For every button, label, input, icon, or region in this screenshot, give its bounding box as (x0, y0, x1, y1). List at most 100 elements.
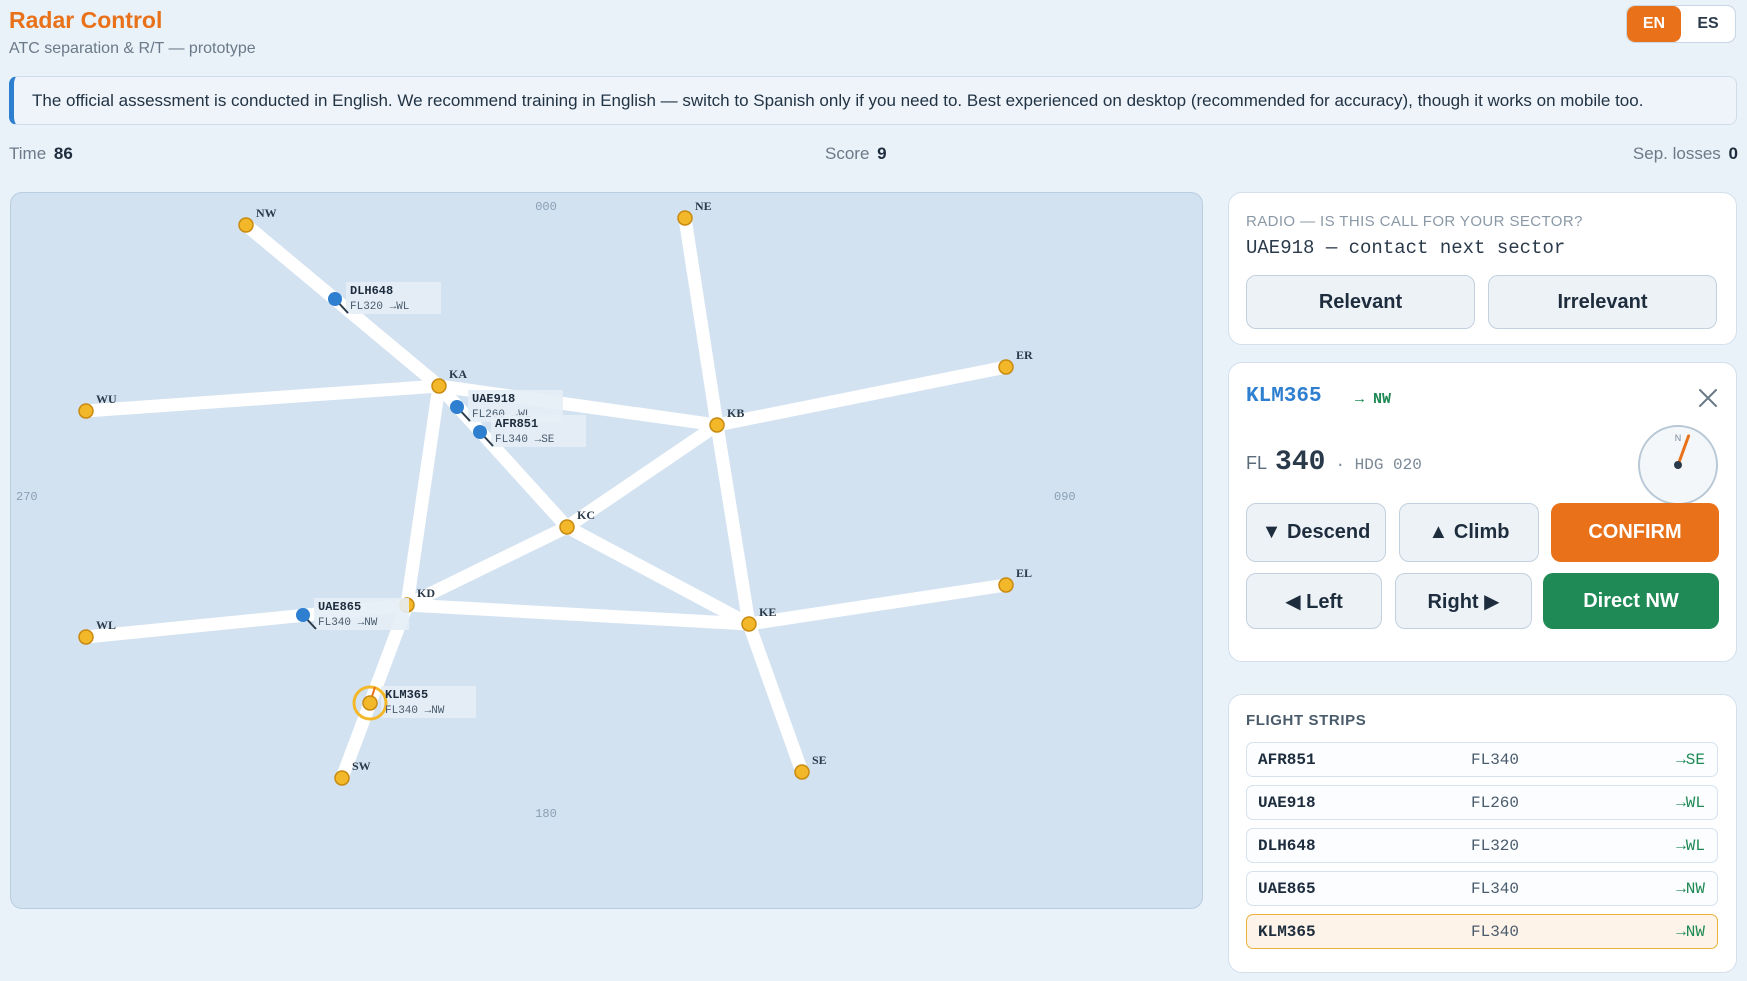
strip-callsign: DLH648 (1258, 837, 1316, 855)
selected-callsign: KLM365 (1246, 385, 1322, 408)
aircraft-marker-uae865[interactable] (296, 608, 310, 622)
app-subtitle: ATC separation & R/T — prototype (9, 40, 256, 57)
score-stat: Score 9 (825, 144, 887, 164)
separation-losses-label: Sep. losses (1632, 144, 1721, 163)
fix-marker-er[interactable] (998, 359, 1014, 375)
aircraft-callsign-label-uae918: UAE918 (472, 392, 515, 406)
radar-canvas[interactable]: 000 090 180 270 NW NE WU KA KB ER KC KD KE EL WL SW SE DL… (11, 193, 1203, 909)
route-ke-el (742, 578, 1013, 631)
route-kd-ke (400, 598, 756, 631)
time-label: Time (9, 144, 47, 163)
close-icon[interactable] (1695, 385, 1721, 411)
strip-destination: →WL (1676, 837, 1705, 855)
strip-destination: →SE (1676, 751, 1705, 769)
irrelevant-button[interactable]: Irrelevant (1488, 275, 1717, 329)
aircraft-control-panel: KLM365 → NW FL 340 · HDG 020 N ▼ Descend… (1228, 362, 1737, 662)
strip-flight-level: FL320 (1471, 837, 1520, 855)
climb-button[interactable]: ▲ Climb (1399, 503, 1539, 562)
radio-heading: RADIO — IS THIS CALL FOR YOUR SECTOR? (1246, 213, 1583, 230)
separation-losses-value: 0 (1728, 144, 1738, 163)
fix-marker-el[interactable] (998, 577, 1014, 593)
flight-strip-selected[interactable]: KLM365 FL340 →NW (1246, 914, 1718, 949)
aircraft-marker-klm365[interactable] (362, 695, 378, 711)
radio-call-text: UAE918 — contact next sector (1246, 237, 1566, 259)
fix-label-wu: WU (96, 392, 117, 406)
aircraft-callsign-label-uae865: UAE865 (318, 600, 361, 614)
aircraft-callsign-label-klm365: KLM365 (385, 688, 428, 702)
fix-marker-se[interactable] (794, 764, 810, 780)
descend-button[interactable]: ▼ Descend (1246, 503, 1386, 562)
fl-value: 340 (1275, 447, 1326, 478)
fix-marker-ne[interactable] (677, 210, 693, 226)
turn-right-button[interactable]: Right ▶ (1395, 573, 1532, 629)
flight-strip[interactable]: UAE918 FL260 →WL (1246, 785, 1718, 820)
heading-readout: · HDG 020 (1335, 456, 1422, 474)
fix-marker-sw[interactable] (334, 770, 350, 786)
fix-label-wl: WL (96, 618, 116, 632)
aircraft-info-label-uae865: FL340 →NW (318, 617, 378, 629)
fix-marker-wl[interactable] (78, 629, 94, 645)
fl-label: FL (1246, 453, 1268, 473)
aircraft-marker-dlh648[interactable] (328, 292, 342, 306)
bearing-label-east: 090 (1054, 490, 1076, 504)
language-es-button[interactable]: ES (1681, 6, 1735, 42)
aircraft-callsign-label-afr851: AFR851 (495, 417, 538, 431)
bearing-label-south: 180 (535, 807, 557, 821)
flight-strips-heading: FLIGHT STRIPS (1246, 712, 1367, 729)
aircraft-marker-uae918[interactable] (450, 400, 464, 414)
fix-label-ke: KE (759, 605, 776, 619)
compass-north-label: N (1675, 433, 1682, 443)
route-ka-kd (400, 379, 446, 612)
route-ke-se (742, 617, 809, 779)
confirm-button[interactable]: CONFIRM (1551, 503, 1719, 562)
flight-strip[interactable]: DLH648 FL320 →WL (1246, 828, 1718, 863)
separation-losses-stat: Sep. losses 0 (1633, 144, 1738, 164)
direct-button[interactable]: Direct NW (1543, 573, 1719, 629)
radio-panel: RADIO — IS THIS CALL FOR YOUR SECTOR? UA… (1228, 192, 1737, 345)
strip-flight-level: FL340 (1471, 880, 1520, 898)
bearing-label-west: 270 (16, 490, 38, 504)
strip-callsign: KLM365 (1258, 923, 1316, 941)
fix-marker-nw[interactable] (238, 217, 254, 233)
score-value: 9 (877, 144, 887, 163)
fix-label-nw: NW (256, 206, 277, 220)
compass-icon: N (1637, 424, 1719, 511)
fix-label-kc: KC (577, 508, 595, 522)
route-ne-kb (678, 211, 724, 432)
route-wu-ka (79, 379, 446, 418)
fix-label-kb: KB (727, 406, 744, 420)
flight-level-row: FL 340 · HDG 020 (1246, 447, 1422, 478)
strip-flight-level: FL340 (1471, 751, 1520, 769)
aircraft-info-label-dlh648: FL320 →WL (350, 301, 409, 313)
language-toggle: EN ES (1626, 5, 1736, 43)
flight-strip[interactable]: UAE865 FL340 →NW (1246, 871, 1718, 906)
fix-label-ka: KA (449, 367, 467, 381)
app-title: Radar Control (9, 7, 163, 33)
fix-label-er: ER (1016, 348, 1033, 362)
aircraft-info-label-klm365: FL340 →NW (385, 705, 445, 717)
radar-scope[interactable]: 000 090 180 270 NW NE WU KA KB ER KC KD KE EL WL SW SE DL… (10, 192, 1203, 909)
fix-marker-kc[interactable] (559, 519, 575, 535)
fix-label-kd: KD (417, 586, 435, 600)
fix-label-se: SE (812, 753, 827, 767)
relevant-button[interactable]: Relevant (1246, 275, 1475, 329)
fix-label-sw: SW (352, 759, 371, 773)
aircraft-info-label-afr851: FL340 →SE (495, 434, 555, 446)
selected-destination: → NW (1355, 391, 1392, 408)
language-en-button[interactable]: EN (1627, 6, 1681, 42)
fix-label-ne: NE (695, 199, 712, 213)
fix-marker-ke[interactable] (741, 616, 757, 632)
fix-marker-wu[interactable] (78, 403, 94, 419)
turn-left-button[interactable]: ◀ Left (1246, 573, 1382, 629)
strip-callsign: UAE918 (1258, 794, 1316, 812)
strip-destination: →NW (1676, 880, 1705, 898)
time-stat: Time 86 (9, 144, 73, 164)
fix-marker-ka[interactable] (431, 378, 447, 394)
info-notice: The official assessment is conducted in … (9, 76, 1737, 125)
strip-destination: →NW (1676, 923, 1705, 941)
aircraft-marker-afr851[interactable] (473, 425, 487, 439)
bearing-label-north: 000 (535, 200, 557, 214)
strip-flight-level: FL260 (1471, 794, 1520, 812)
flight-strip[interactable]: AFR851 FL340 →SE (1246, 742, 1718, 777)
fix-marker-kb[interactable] (709, 417, 725, 433)
